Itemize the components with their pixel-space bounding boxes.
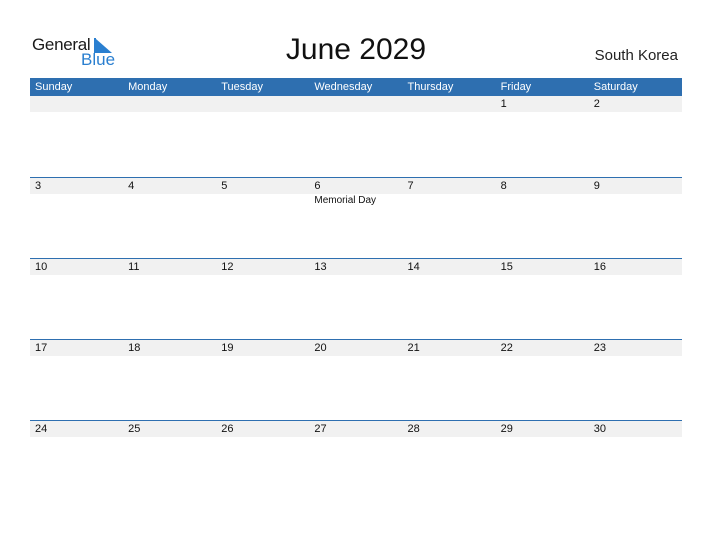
day-number: 26	[221, 423, 234, 435]
day-number	[309, 96, 402, 112]
day-number: 14	[407, 261, 420, 273]
holiday-label	[496, 194, 589, 208]
day-number: 3	[35, 180, 42, 192]
weekday-monday: Monday	[128, 81, 168, 93]
day-number: 17	[35, 342, 48, 354]
day-number: 7	[407, 180, 414, 192]
day-number: 21	[407, 342, 420, 354]
day-number: 30	[593, 423, 606, 435]
week-row: 3 4 5 6 7 8 9 Memorial Day	[30, 177, 682, 258]
week-row: 10 11 12 13 14 15 16	[30, 258, 682, 339]
day-number: 18	[128, 342, 141, 354]
date-band: 10 11 12 13 14 15 16	[30, 259, 682, 275]
weekday-sunday: Sunday	[35, 81, 73, 93]
day-number	[216, 96, 309, 112]
day-number	[30, 96, 123, 112]
week-row: 17 18 19 20 21 22 23	[30, 339, 682, 420]
holiday-label	[589, 194, 682, 208]
date-band: 12	[30, 96, 682, 112]
weekday-friday: Friday	[500, 81, 532, 93]
day-number: 24	[35, 423, 48, 435]
day-number: 15	[500, 261, 513, 273]
weekday-tuesday: Tuesday	[221, 81, 264, 93]
day-number: 10	[35, 261, 48, 273]
events-area: Memorial Day	[30, 194, 682, 208]
day-number: 9	[593, 180, 600, 192]
day-number: 5	[221, 180, 228, 192]
weekday-header: Sunday Monday Tuesday Wednesday Thursday…	[30, 78, 682, 96]
holiday-label	[30, 194, 123, 208]
day-number: 25	[128, 423, 141, 435]
weekday-wednesday: Wednesday	[314, 81, 373, 93]
holiday-label	[216, 194, 309, 208]
day-number	[123, 96, 216, 112]
date-band: 3 4 5 6 7 8 9	[30, 178, 682, 194]
date-band: 24 25 26 27 28 29 30	[30, 421, 682, 437]
day-number: 29	[500, 423, 513, 435]
holiday-label	[403, 194, 496, 208]
day-number: 13	[314, 261, 327, 273]
day-number: 4	[128, 180, 135, 192]
holiday-label	[123, 194, 216, 208]
week-row: 24 25 26 27 28 29 30	[30, 420, 682, 501]
calendar-grid: Sunday Monday Tuesday Wednesday Thursday…	[30, 78, 682, 501]
day-number: 16	[593, 261, 606, 273]
day-number: 28	[407, 423, 420, 435]
day-number	[403, 96, 496, 112]
holiday-label: Memorial Day	[314, 195, 377, 206]
country-label: South Korea	[594, 47, 678, 64]
date-band: 17 18 19 20 21 22 23	[30, 340, 682, 356]
day-number: 2	[593, 98, 600, 110]
day-number: 19	[221, 342, 234, 354]
day-number: 22	[500, 342, 513, 354]
day-number: 8	[500, 180, 507, 192]
week-row: 12	[30, 96, 682, 177]
weekday-thursday: Thursday	[407, 81, 454, 93]
day-number: 12	[221, 261, 234, 273]
day-number: 27	[314, 423, 327, 435]
day-number: 1	[500, 98, 507, 110]
day-number: 23	[593, 342, 606, 354]
weekday-saturday: Saturday	[593, 81, 638, 93]
day-number: 20	[314, 342, 327, 354]
day-number: 6	[314, 180, 321, 192]
day-number: 11	[128, 261, 140, 273]
